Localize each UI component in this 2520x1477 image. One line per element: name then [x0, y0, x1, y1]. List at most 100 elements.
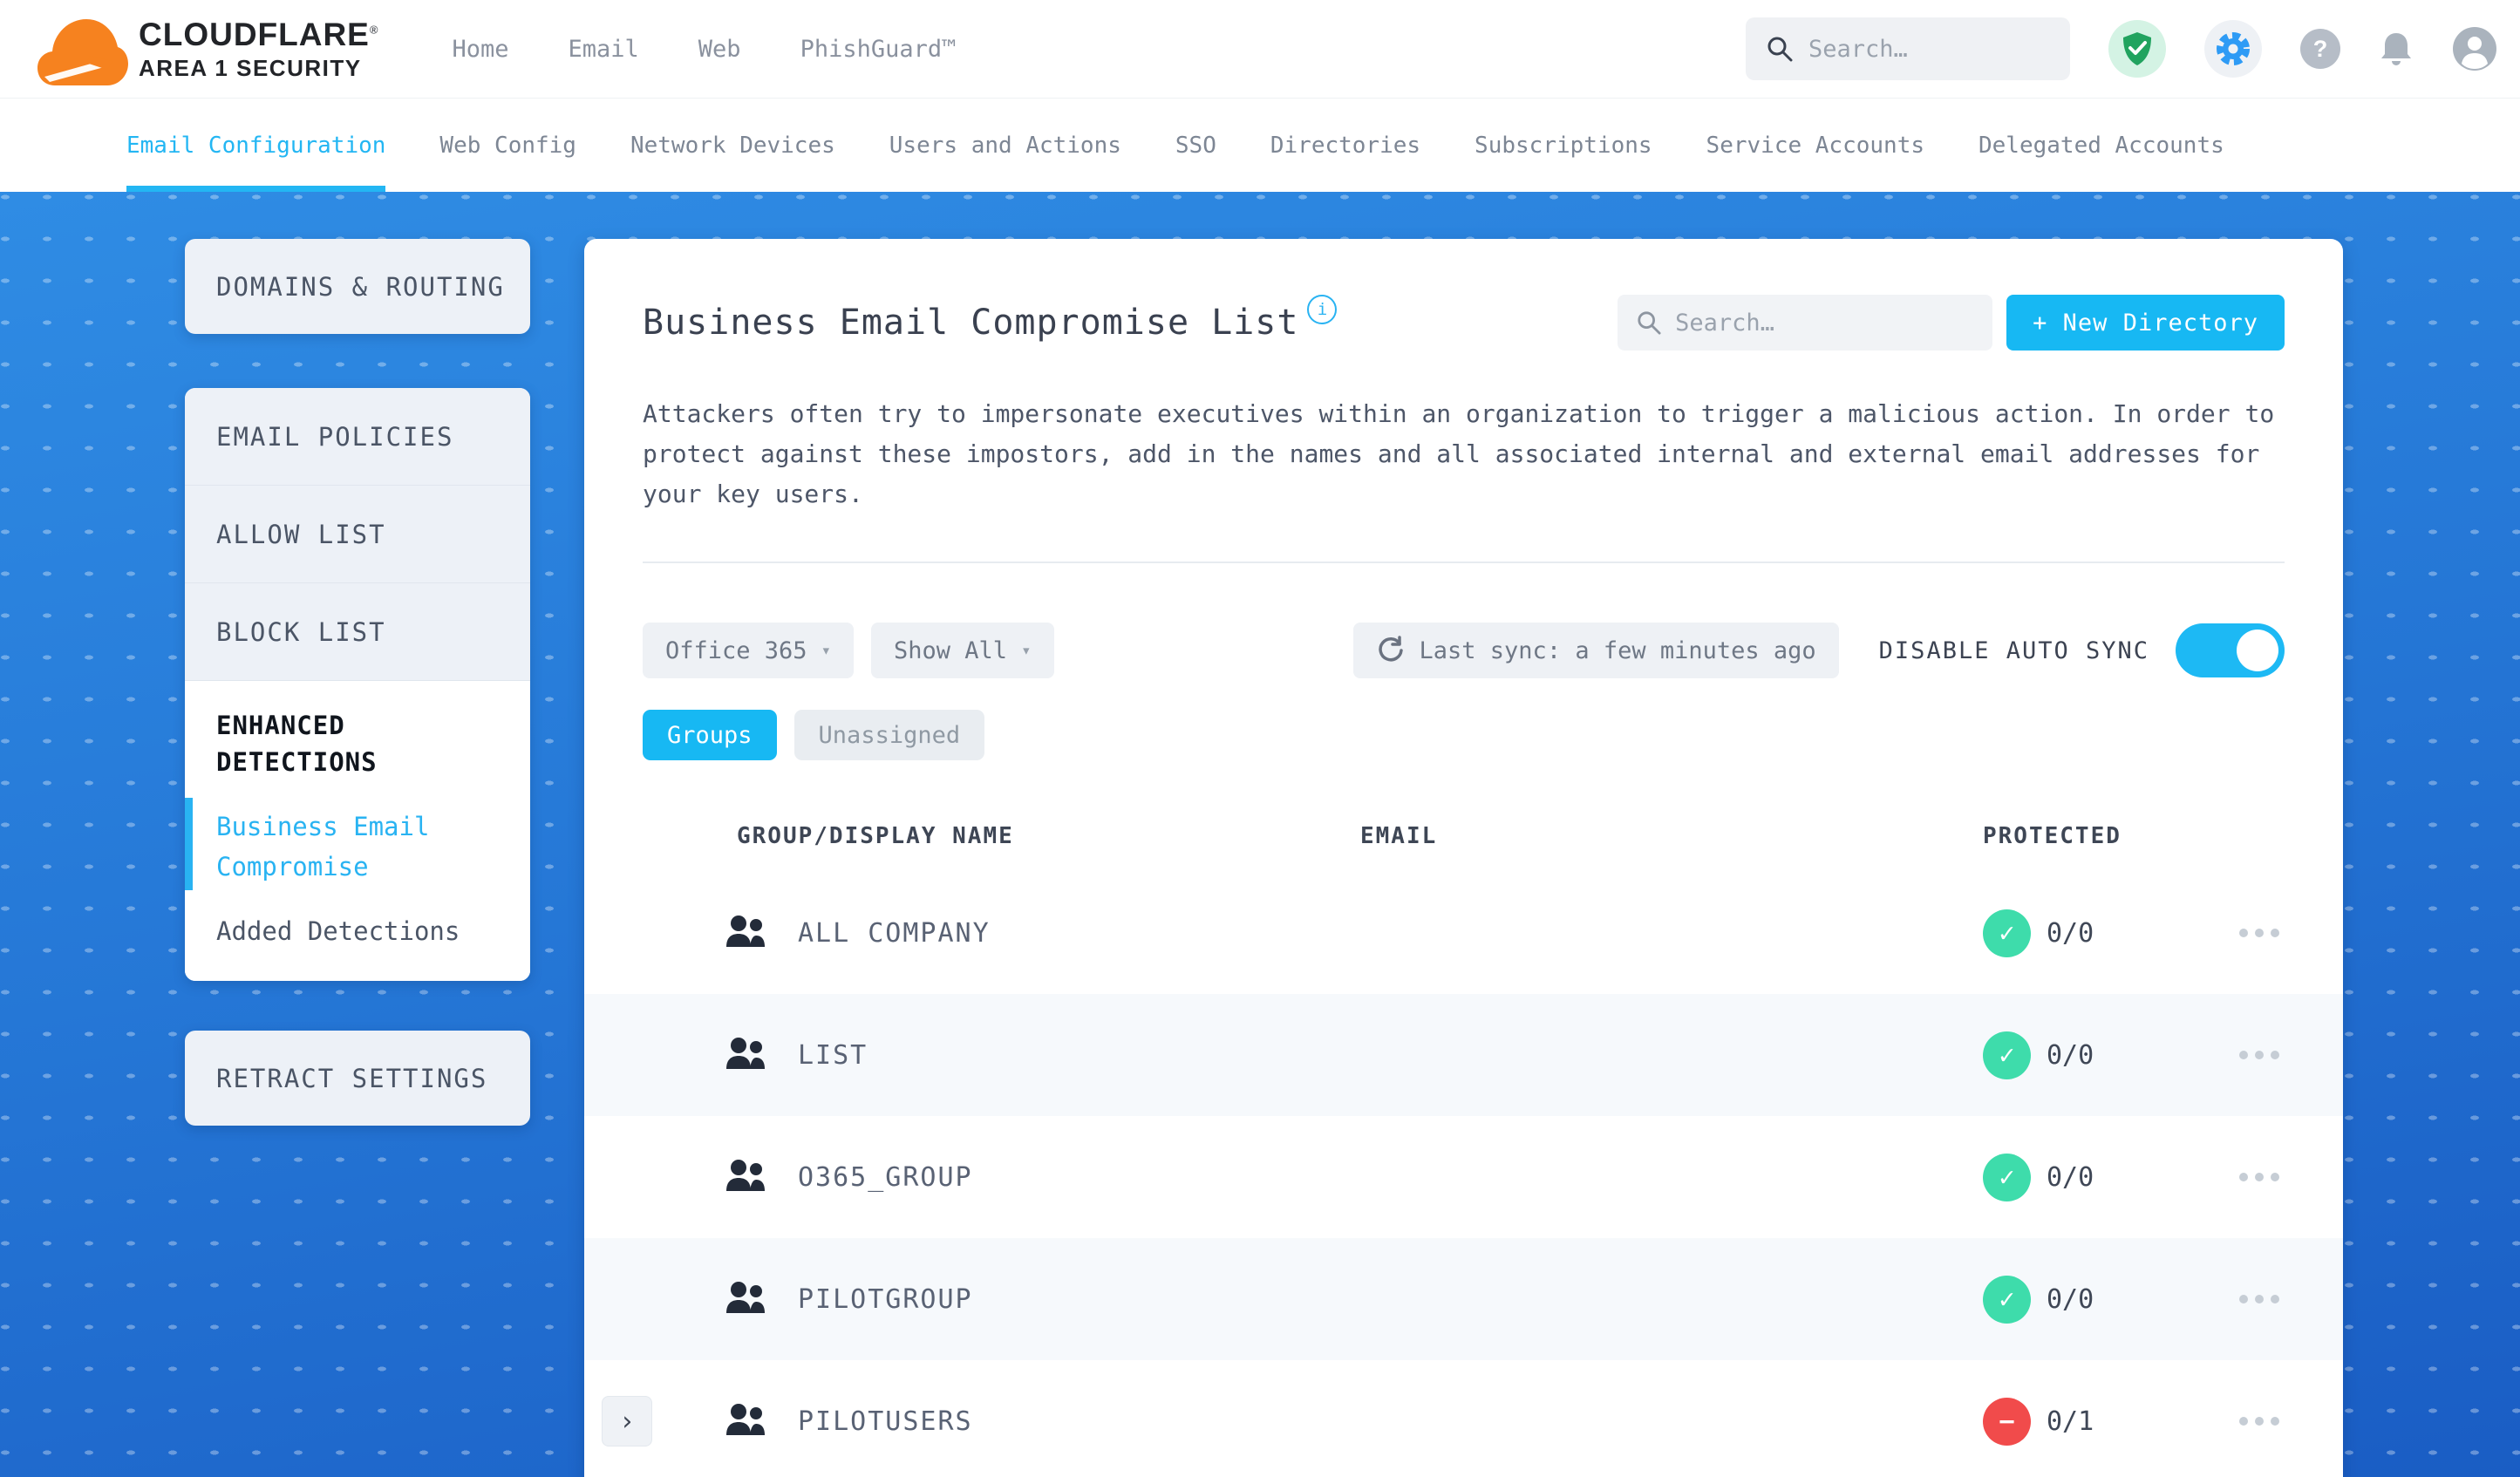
chevron-down-icon: ▾: [821, 641, 832, 660]
table-row: › PILOTUSERS − 0/1: [584, 1360, 2343, 1477]
protected-cell: ✓ 0/0: [1983, 909, 2224, 957]
sidebar-item-retract-settings[interactable]: RETRACT SETTINGS: [185, 1031, 530, 1126]
show-filter-select[interactable]: Show All ▾: [871, 623, 1054, 678]
row-menu-button[interactable]: [2239, 1051, 2292, 1059]
sidebar-item-block-list[interactable]: BLOCK LIST: [185, 583, 530, 681]
top-header: CLOUDFLARE® AREA 1 SECURITY Home Email W…: [0, 0, 2520, 99]
bell-icon: [2381, 33, 2411, 65]
tab-directories[interactable]: Directories: [1270, 99, 1420, 192]
sidebar-item-added-detections[interactable]: Added Detections: [216, 916, 499, 946]
tab-subscriptions[interactable]: Subscriptions: [1475, 99, 1652, 192]
notifications-button[interactable]: [2379, 30, 2414, 68]
global-search-placeholder: Search…: [1808, 35, 1908, 63]
section-divider: [643, 562, 2285, 563]
refresh-icon: [1378, 636, 1403, 662]
table-row: › PILOTGROUP ✓ 0/0: [584, 1238, 2343, 1360]
protected-status-icon: −: [1983, 1397, 2031, 1446]
new-directory-button[interactable]: + New Directory: [2006, 295, 2285, 351]
nav-web[interactable]: Web: [698, 36, 741, 63]
table-header: GROUP/DISPLAY NAME EMAIL PROTECTED: [584, 800, 2343, 872]
nav-email[interactable]: Email: [569, 36, 639, 63]
tab-network-devices[interactable]: Network Devices: [630, 99, 835, 192]
cloudflare-logo[interactable]: CLOUDFLARE® AREA 1 SECURITY: [37, 9, 378, 89]
column-protected: PROTECTED: [1983, 823, 2122, 849]
row-menu-button[interactable]: [2239, 1417, 2292, 1426]
tab-sso[interactable]: SSO: [1175, 99, 1216, 192]
filters-row: Office 365 ▾ Show All ▾ Last sync: a few…: [643, 623, 2285, 678]
auto-sync-toggle[interactable]: [2176, 623, 2285, 677]
tab-delegated-accounts[interactable]: Delegated Accounts: [1979, 99, 2224, 192]
tab-service-accounts[interactable]: Service Accounts: [1706, 99, 1924, 192]
header-actions: Search… ?: [1746, 17, 2497, 80]
chevron-down-icon: ▾: [1021, 641, 1032, 660]
shield-check-icon: [2123, 32, 2151, 65]
help-button[interactable]: ?: [2300, 29, 2340, 69]
protected-cell: ✓ 0/0: [1983, 1153, 2224, 1201]
tab-unassigned[interactable]: Unassigned: [793, 710, 985, 760]
active-indicator-bar: [185, 798, 193, 890]
protected-cell: ✓ 0/0: [1983, 1275, 2224, 1324]
user-avatar-icon: [2453, 27, 2496, 71]
directory-select[interactable]: Office 365 ▾: [643, 623, 855, 678]
row-menu-button[interactable]: [2239, 1173, 2292, 1181]
gear-icon: [2217, 32, 2250, 65]
directory-search-placeholder: Search…: [1675, 309, 1774, 337]
toggle-knob: [2237, 630, 2279, 671]
groups-table: GROUP/DISPLAY NAME EMAIL PROTECTED › ALL…: [584, 800, 2343, 1477]
table-row: › O365_GROUP ✓ 0/0: [584, 1116, 2343, 1238]
global-search-input[interactable]: Search…: [1746, 17, 2070, 80]
info-icon[interactable]: i: [1307, 295, 1338, 324]
search-icon: [1638, 311, 1661, 335]
nav-home[interactable]: Home: [452, 36, 508, 63]
auto-sync-label: DISABLE AUTO SYNC: [1878, 636, 2150, 664]
search-icon: [1767, 37, 1793, 62]
protected-status-icon: ✓: [1983, 1153, 2031, 1201]
row-menu-button[interactable]: [2239, 1295, 2292, 1303]
protected-count: 0/0: [2047, 1039, 2094, 1071]
last-sync-button[interactable]: Last sync: a few minutes ago: [1352, 623, 1839, 678]
tab-web-config[interactable]: Web Config: [439, 99, 576, 192]
group-name: O365_GROUP: [798, 1161, 973, 1193]
cloudflare-cloud-icon: [37, 19, 128, 85]
row-menu-button[interactable]: [2239, 929, 2292, 937]
group-icon: [724, 1402, 798, 1440]
settings-button[interactable]: [2204, 20, 2262, 78]
group-name: PILOTGROUP: [798, 1283, 973, 1315]
protected-count: 0/1: [2047, 1406, 2094, 1437]
section-nav: Email Configuration Web Config Network D…: [0, 99, 2520, 192]
tab-groups[interactable]: Groups: [643, 710, 777, 760]
brand-name: CLOUDFLARE®: [139, 17, 379, 52]
table-row: › LIST ✓ 0/0: [584, 994, 2343, 1116]
table-row: › ALL COMPANY ✓ 0/0: [584, 872, 2343, 994]
security-shield-button[interactable]: [2108, 20, 2166, 78]
group-icon: [724, 914, 798, 952]
sidebar-policies-card: EMAIL POLICIES ALLOW LIST BLOCK LIST ENH…: [185, 388, 530, 981]
sidebar-item-business-email-compromise[interactable]: Business Email Compromise: [185, 798, 443, 890]
page-title: Business Email Compromise List: [643, 303, 1299, 343]
sidebar-item-allow-list[interactable]: ALLOW LIST: [185, 486, 530, 583]
sidebar-item-enhanced-detections[interactable]: ENHANCED DETECTIONS: [216, 707, 443, 780]
column-group-display-name: GROUP/DISPLAY NAME: [737, 823, 1014, 849]
group-name: ALL COMPANY: [798, 917, 991, 949]
main-panel: Business Email Compromise List i Search……: [584, 239, 2343, 1477]
directory-search-input[interactable]: Search…: [1618, 295, 1993, 351]
protected-status-icon: ✓: [1983, 1031, 2031, 1079]
sidebar-item-email-policies[interactable]: EMAIL POLICIES: [185, 388, 530, 486]
expand-row-button[interactable]: ›: [602, 1396, 652, 1446]
sidebar-item-domains-routing[interactable]: DOMAINS & ROUTING: [185, 239, 530, 334]
registered-mark: ®: [369, 23, 379, 37]
view-tabs: Groups Unassigned: [643, 710, 2285, 760]
protected-cell: − 0/1: [1983, 1397, 2224, 1446]
sidebar-section-enhanced-detections: ENHANCED DETECTIONS Business Email Compr…: [185, 681, 530, 981]
protected-count: 0/0: [2047, 1161, 2094, 1193]
protected-count: 0/0: [2047, 1283, 2094, 1315]
tab-users-and-actions[interactable]: Users and Actions: [889, 99, 1121, 192]
tab-email-configuration[interactable]: Email Configuration: [126, 99, 386, 192]
top-nav: Home Email Web PhishGuard™: [452, 36, 956, 63]
nav-phishguard[interactable]: PhishGuard™: [800, 36, 957, 63]
group-icon: [724, 1280, 798, 1318]
page-description: Attackers often try to impersonate execu…: [643, 399, 2275, 508]
group-icon: [724, 1036, 798, 1074]
account-button[interactable]: [2452, 26, 2497, 71]
column-email: EMAIL: [1360, 823, 1438, 849]
